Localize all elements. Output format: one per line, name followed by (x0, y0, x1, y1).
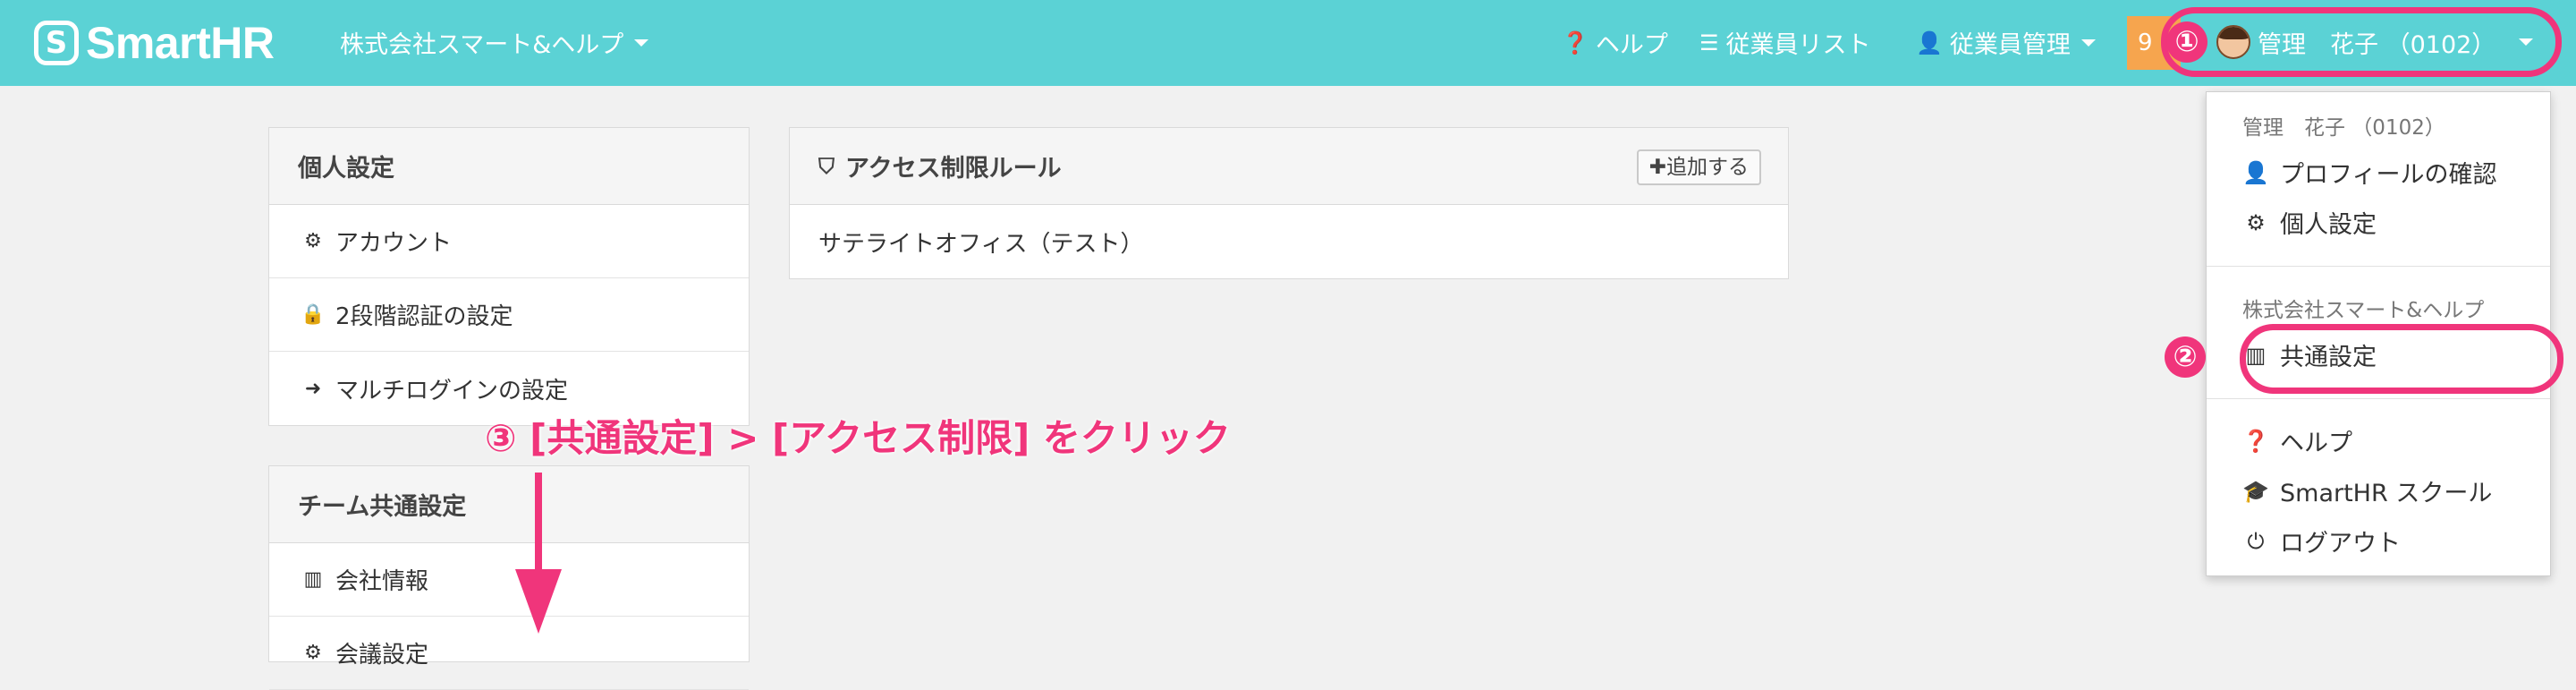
menu-account[interactable]: ⚙ アカウント (269, 205, 749, 278)
team-settings-panel: チーム共通設定 ▥ 会社情報 ⚙ 会議設定 (268, 465, 750, 690)
building-icon: ▥ (303, 568, 323, 591)
company-name: 株式会社スマート&ヘルプ (340, 31, 624, 59)
plus-icon: ✚ (1648, 156, 1666, 179)
dropdown-personal-settings[interactable]: ⚙ 個人設定 (2242, 205, 2377, 240)
add-rule-label: 追加する (1666, 156, 1749, 179)
graduation-cap-icon: 🎓 (2242, 478, 2269, 504)
menu-two-factor-label: 2段階認証の設定 (335, 303, 513, 330)
company-switcher[interactable]: 株式会社スマート&ヘルプ (340, 25, 649, 60)
access-rules-header: ⛉ アクセス制限ルール ✚追加する (790, 128, 1788, 205)
dropdown-help[interactable]: ❓ ヘルプ (2242, 423, 2352, 458)
access-rule-row[interactable]: サテライトオフィス（テスト） (790, 205, 1788, 278)
arrow-head-icon (515, 569, 562, 634)
power-icon: ⏻ (2247, 528, 2265, 554)
menu-two-factor[interactable]: 🔒 2段階認証の設定 (269, 278, 749, 352)
logo-text: SmartHR (86, 18, 275, 68)
dropdown-school-label: SmartHR スクール (2280, 480, 2493, 507)
step1-marker: ① (2166, 21, 2207, 63)
gear-icon: ⚙ (2246, 209, 2266, 235)
dropdown-profile-label: プロフィールの確認 (2280, 161, 2497, 189)
access-rules-panel: ⛉ アクセス制限ルール ✚追加する サテライトオフィス（テスト） (789, 127, 1789, 279)
question-icon: ❓ (1562, 30, 1589, 55)
dropdown-help-label: ヘルプ (2280, 430, 2352, 457)
highlight-common-settings (2240, 324, 2563, 394)
dropdown-user-header: 管理 花子 （0102） (2242, 116, 2445, 140)
step3-instruction: ③ [共通設定] > [アクセス制限] をクリック (485, 416, 1231, 460)
nav-employee-management-label: 従業員管理 (1949, 31, 2071, 59)
chevron-down-icon (634, 38, 649, 47)
sign-in-icon: ➜ (304, 377, 322, 400)
personal-settings-panel: 個人設定 ⚙ アカウント 🔒 2段階認証の設定 ➜ マルチログインの設定 (268, 127, 750, 426)
nav-employee-list[interactable]: ☰ 従業員リスト (1699, 25, 1871, 60)
menu-company-info-label: 会社情報 (335, 568, 429, 595)
arrow-down-icon (535, 473, 542, 571)
list-icon: ☰ (1699, 30, 1719, 55)
dropdown-school[interactable]: 🎓 SmartHR スクール (2242, 473, 2492, 508)
menu-multi-login-label: マルチログインの設定 (335, 377, 569, 405)
menu-meeting-settings[interactable]: ⚙ 会議設定 (269, 617, 749, 690)
user-icon: 👤 (1916, 30, 1943, 55)
nav-help-label: ヘルプ (1595, 31, 1668, 59)
dropdown-profile[interactable]: 👤 プロフィールの確認 (2242, 155, 2496, 190)
dropdown-company-header: 株式会社スマート&ヘルプ (2242, 299, 2485, 322)
nav-help[interactable]: ❓ ヘルプ (1562, 25, 1668, 60)
settings-icon: ⚙ (304, 642, 322, 664)
add-rule-button[interactable]: ✚追加する (1636, 149, 1761, 185)
gear-icon: ⚙ (304, 230, 322, 252)
menu-company-info[interactable]: ▥ 会社情報 (269, 543, 749, 617)
step2-marker: ② (2165, 336, 2206, 378)
menu-account-label: アカウント (335, 230, 453, 257)
chevron-down-icon (2080, 38, 2096, 47)
dropdown-personal-settings-label: 個人設定 (2280, 211, 2377, 239)
dropdown-logout[interactable]: ⏻ ログアウト (2242, 524, 2402, 558)
divider (2207, 398, 2550, 399)
access-rules-title: アクセス制限ルール (845, 155, 1062, 183)
dropdown-logout-label: ログアウト (2280, 530, 2401, 558)
highlight-user-menu (2161, 7, 2562, 77)
lock-icon: 🔒 (301, 303, 326, 326)
access-rule-name: サテライトオフィス（テスト） (818, 230, 1144, 258)
logo-icon: S (34, 21, 79, 65)
team-settings-title: チーム共通設定 (269, 466, 749, 543)
smarthr-logo[interactable]: S SmartHR (34, 18, 275, 68)
question-icon: ❓ (2242, 428, 2269, 454)
nav-employee-management[interactable]: 👤 従業員管理 (1916, 25, 2096, 60)
divider (2207, 266, 2550, 267)
nav-employee-list-label: 従業員リスト (1725, 31, 1871, 59)
shield-icon: ⛉ (818, 153, 835, 179)
menu-meeting-settings-label: 会議設定 (335, 642, 429, 669)
user-icon: 👤 (2242, 159, 2269, 185)
personal-settings-title: 個人設定 (269, 128, 749, 205)
